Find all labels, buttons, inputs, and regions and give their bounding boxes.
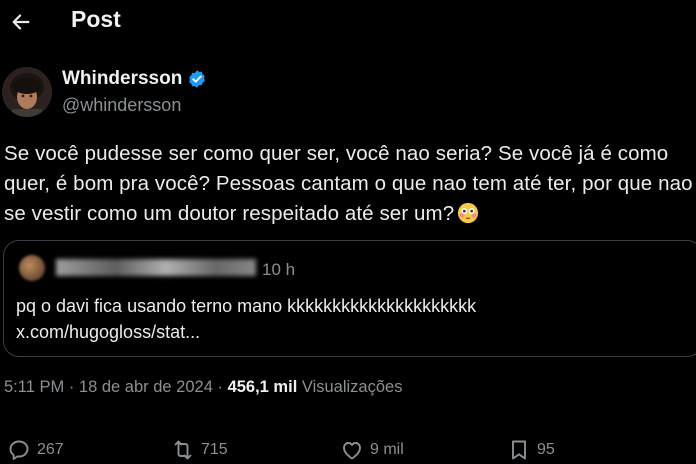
author-name[interactable]: Whindersson bbox=[62, 68, 207, 90]
back-arrow-icon bbox=[12, 14, 30, 30]
bookmark-icon bbox=[512, 440, 526, 460]
repost-button[interactable]: 715 bbox=[171, 438, 228, 462]
avatar[interactable] bbox=[2, 67, 52, 117]
views-count: 456,1 mil bbox=[227, 378, 298, 396]
tweet-text: Se você pudesse ser como quer ser, você … bbox=[4, 139, 694, 229]
page-title: Post bbox=[71, 6, 121, 32]
author-name-label: Whindersson bbox=[62, 68, 183, 89]
quoted-text-line: pq o davi fica usando terno mano kkkkkkk… bbox=[16, 296, 477, 316]
quoted-timestamp: 10 h bbox=[262, 260, 296, 279]
quoted-author-redacted bbox=[56, 259, 256, 276]
post-time[interactable]: 5:11 PM bbox=[4, 378, 64, 396]
quoted-avatar bbox=[19, 255, 45, 281]
like-button[interactable]: 9 mil bbox=[340, 438, 404, 462]
post-date[interactable]: 18 de abr de 2024 bbox=[79, 378, 213, 396]
bookmark-button[interactable]: 95 bbox=[507, 438, 555, 462]
post-meta: 5:11 PM · 18 de abr de 2024 · 456,1 mil … bbox=[4, 378, 402, 397]
quoted-post[interactable]: 10 h pq o davi fica usando terno mano kk… bbox=[3, 240, 696, 357]
quoted-text: pq o davi fica usando terno mano kkkkkkk… bbox=[16, 293, 476, 345]
reply-count: 267 bbox=[37, 441, 64, 458]
quoted-link[interactable]: x.com/hugogloss/stat... bbox=[16, 319, 476, 345]
post-page: Post Whindersson @whindersson Se você pu… bbox=[0, 0, 696, 464]
header: Post bbox=[0, 0, 696, 44]
views-label: Visualizações bbox=[301, 378, 403, 396]
avatar-image bbox=[2, 67, 52, 117]
meta-separator: · bbox=[68, 378, 79, 396]
like-icon bbox=[343, 442, 361, 460]
action-bar: 267 715 9 mil 95 bbox=[0, 434, 696, 464]
meta-separator: · bbox=[217, 378, 228, 396]
flushed-face-emoji bbox=[458, 202, 479, 224]
author-handle[interactable]: @whindersson bbox=[62, 95, 181, 116]
verified-badge-icon bbox=[189, 70, 206, 88]
back-button[interactable] bbox=[6, 8, 36, 36]
reply-icon bbox=[9, 440, 29, 460]
repost-count: 715 bbox=[201, 441, 228, 458]
repost-icon bbox=[174, 440, 192, 460]
bookmark-count: 95 bbox=[537, 441, 555, 458]
reply-button[interactable]: 267 bbox=[7, 438, 64, 462]
like-count: 9 mil bbox=[370, 441, 404, 458]
tweet-text-content: Se você pudesse ser como quer ser, você … bbox=[4, 142, 693, 225]
